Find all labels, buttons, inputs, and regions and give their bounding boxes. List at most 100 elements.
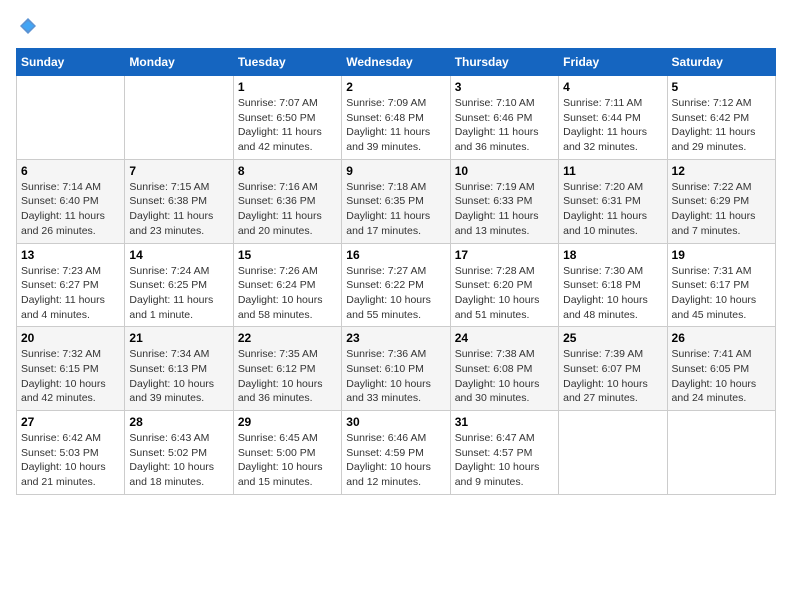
day-number: 18: [563, 248, 662, 262]
calendar-cell: 1 Sunrise: 7:07 AM Sunset: 6:50 PM Daylig…: [233, 76, 341, 160]
logo: [16, 16, 38, 36]
calendar-cell: 9 Sunrise: 7:18 AM Sunset: 6:35 PM Daylig…: [342, 159, 450, 243]
day-number: 25: [563, 331, 662, 345]
day-info: Sunrise: 7:28 AM Sunset: 6:20 PM Dayligh…: [455, 264, 554, 323]
calendar-cell: 12 Sunrise: 7:22 AM Sunset: 6:29 PM Dayli…: [667, 159, 775, 243]
weekday-header: Thursday: [450, 49, 558, 76]
calendar-cell: 3 Sunrise: 7:10 AM Sunset: 6:46 PM Daylig…: [450, 76, 558, 160]
calendar-cell: 28 Sunrise: 6:43 AM Sunset: 5:02 PM Dayli…: [125, 411, 233, 495]
day-info: Sunrise: 6:42 AM Sunset: 5:03 PM Dayligh…: [21, 431, 120, 490]
calendar-cell: [667, 411, 775, 495]
day-number: 8: [238, 164, 337, 178]
day-info: Sunrise: 7:24 AM Sunset: 6:25 PM Dayligh…: [129, 264, 228, 323]
day-number: 4: [563, 80, 662, 94]
day-number: 9: [346, 164, 445, 178]
day-info: Sunrise: 6:45 AM Sunset: 5:00 PM Dayligh…: [238, 431, 337, 490]
calendar-cell: 10 Sunrise: 7:19 AM Sunset: 6:33 PM Dayli…: [450, 159, 558, 243]
day-info: Sunrise: 7:39 AM Sunset: 6:07 PM Dayligh…: [563, 347, 662, 406]
calendar-cell: 15Sunrise: 7:26 AM Sunset: 6:24 PM Dayli…: [233, 243, 341, 327]
day-info: Sunrise: 7:14 AM Sunset: 6:40 PM Dayligh…: [21, 180, 120, 239]
calendar-header-row: SundayMondayTuesdayWednesdayThursdayFrid…: [17, 49, 776, 76]
day-info: Sunrise: 7:11 AM Sunset: 6:44 PM Dayligh…: [563, 96, 662, 155]
day-number: 5: [672, 80, 771, 94]
day-number: 17: [455, 248, 554, 262]
day-number: 21: [129, 331, 228, 345]
calendar-cell: 11 Sunrise: 7:20 AM Sunset: 6:31 PM Dayli…: [559, 159, 667, 243]
calendar-cell: 22 Sunrise: 7:35 AM Sunset: 6:12 PM Dayli…: [233, 327, 341, 411]
calendar-cell: 17 Sunrise: 7:28 AM Sunset: 6:20 PM Dayli…: [450, 243, 558, 327]
calendar-cell: 20 Sunrise: 7:32 AM Sunset: 6:15 PM Dayli…: [17, 327, 125, 411]
day-number: 28: [129, 415, 228, 429]
weekday-header: Monday: [125, 49, 233, 76]
calendar-table: SundayMondayTuesdayWednesdayThursdayFrid…: [16, 48, 776, 495]
weekday-header: Friday: [559, 49, 667, 76]
day-info: Sunrise: 7:20 AM Sunset: 6:31 PM Dayligh…: [563, 180, 662, 239]
day-info: Sunrise: 7:10 AM Sunset: 6:46 PM Dayligh…: [455, 96, 554, 155]
day-info: Sunrise: 7:38 AM Sunset: 6:08 PM Dayligh…: [455, 347, 554, 406]
calendar-cell: 24 Sunrise: 7:38 AM Sunset: 6:08 PM Dayli…: [450, 327, 558, 411]
day-number: 7: [129, 164, 228, 178]
day-number: 27: [21, 415, 120, 429]
calendar-cell: [125, 76, 233, 160]
page-header: [16, 16, 776, 36]
day-info: Sunrise: 7:07 AM Sunset: 6:50 PM Dayligh…: [238, 96, 337, 155]
day-number: 14: [129, 248, 228, 262]
calendar-cell: 23Sunrise: 7:36 AM Sunset: 6:10 PM Dayli…: [342, 327, 450, 411]
calendar-cell: [17, 76, 125, 160]
calendar-cell: 27 Sunrise: 6:42 AM Sunset: 5:03 PM Dayli…: [17, 411, 125, 495]
day-info: Sunrise: 7:18 AM Sunset: 6:35 PM Dayligh…: [346, 180, 445, 239]
day-info: Sunrise: 7:35 AM Sunset: 6:12 PM Dayligh…: [238, 347, 337, 406]
day-number: 2: [346, 80, 445, 94]
day-number: 10: [455, 164, 554, 178]
day-number: 15: [238, 248, 337, 262]
calendar-cell: 19Sunrise: 7:31 AM Sunset: 6:17 PM Dayli…: [667, 243, 775, 327]
day-info: Sunrise: 7:19 AM Sunset: 6:33 PM Dayligh…: [455, 180, 554, 239]
calendar-cell: 18 Sunrise: 7:30 AM Sunset: 6:18 PM Dayli…: [559, 243, 667, 327]
calendar-cell: [559, 411, 667, 495]
calendar-cell: 21 Sunrise: 7:34 AM Sunset: 6:13 PM Dayli…: [125, 327, 233, 411]
day-info: Sunrise: 7:22 AM Sunset: 6:29 PM Dayligh…: [672, 180, 771, 239]
day-info: Sunrise: 7:16 AM Sunset: 6:36 PM Dayligh…: [238, 180, 337, 239]
day-info: Sunrise: 6:43 AM Sunset: 5:02 PM Dayligh…: [129, 431, 228, 490]
day-number: 20: [21, 331, 120, 345]
day-info: Sunrise: 7:32 AM Sunset: 6:15 PM Dayligh…: [21, 347, 120, 406]
calendar-week-row: 6 Sunrise: 7:14 AM Sunset: 6:40 PM Daylig…: [17, 159, 776, 243]
day-number: 24: [455, 331, 554, 345]
day-number: 1: [238, 80, 337, 94]
weekday-header: Tuesday: [233, 49, 341, 76]
calendar-cell: 4 Sunrise: 7:11 AM Sunset: 6:44 PM Daylig…: [559, 76, 667, 160]
day-info: Sunrise: 7:09 AM Sunset: 6:48 PM Dayligh…: [346, 96, 445, 155]
day-number: 6: [21, 164, 120, 178]
calendar-cell: 5 Sunrise: 7:12 AM Sunset: 6:42 PM Daylig…: [667, 76, 775, 160]
calendar-cell: 31Sunrise: 6:47 AM Sunset: 4:57 PM Dayli…: [450, 411, 558, 495]
day-number: 12: [672, 164, 771, 178]
day-info: Sunrise: 7:15 AM Sunset: 6:38 PM Dayligh…: [129, 180, 228, 239]
day-number: 19: [672, 248, 771, 262]
day-number: 23: [346, 331, 445, 345]
calendar-cell: 26 Sunrise: 7:41 AM Sunset: 6:05 PM Dayli…: [667, 327, 775, 411]
day-number: 31: [455, 415, 554, 429]
calendar-week-row: 20 Sunrise: 7:32 AM Sunset: 6:15 PM Dayli…: [17, 327, 776, 411]
calendar-cell: 13Sunrise: 7:23 AM Sunset: 6:27 PM Dayli…: [17, 243, 125, 327]
day-info: Sunrise: 6:46 AM Sunset: 4:59 PM Dayligh…: [346, 431, 445, 490]
day-number: 3: [455, 80, 554, 94]
day-info: Sunrise: 7:12 AM Sunset: 6:42 PM Dayligh…: [672, 96, 771, 155]
day-number: 11: [563, 164, 662, 178]
day-info: Sunrise: 7:30 AM Sunset: 6:18 PM Dayligh…: [563, 264, 662, 323]
calendar-cell: 29 Sunrise: 6:45 AM Sunset: 5:00 PM Dayli…: [233, 411, 341, 495]
logo-icon: [18, 16, 38, 36]
day-number: 29: [238, 415, 337, 429]
day-number: 30: [346, 415, 445, 429]
day-info: Sunrise: 7:41 AM Sunset: 6:05 PM Dayligh…: [672, 347, 771, 406]
calendar-cell: 14 Sunrise: 7:24 AM Sunset: 6:25 PM Dayli…: [125, 243, 233, 327]
calendar-cell: 7 Sunrise: 7:15 AM Sunset: 6:38 PM Daylig…: [125, 159, 233, 243]
day-info: Sunrise: 7:34 AM Sunset: 6:13 PM Dayligh…: [129, 347, 228, 406]
day-number: 26: [672, 331, 771, 345]
day-info: Sunrise: 7:27 AM Sunset: 6:22 PM Dayligh…: [346, 264, 445, 323]
calendar-cell: 30 Sunrise: 6:46 AM Sunset: 4:59 PM Dayli…: [342, 411, 450, 495]
weekday-header: Wednesday: [342, 49, 450, 76]
calendar-cell: 25 Sunrise: 7:39 AM Sunset: 6:07 PM Dayli…: [559, 327, 667, 411]
day-number: 13: [21, 248, 120, 262]
calendar-cell: 8 Sunrise: 7:16 AM Sunset: 6:36 PM Daylig…: [233, 159, 341, 243]
day-number: 22: [238, 331, 337, 345]
